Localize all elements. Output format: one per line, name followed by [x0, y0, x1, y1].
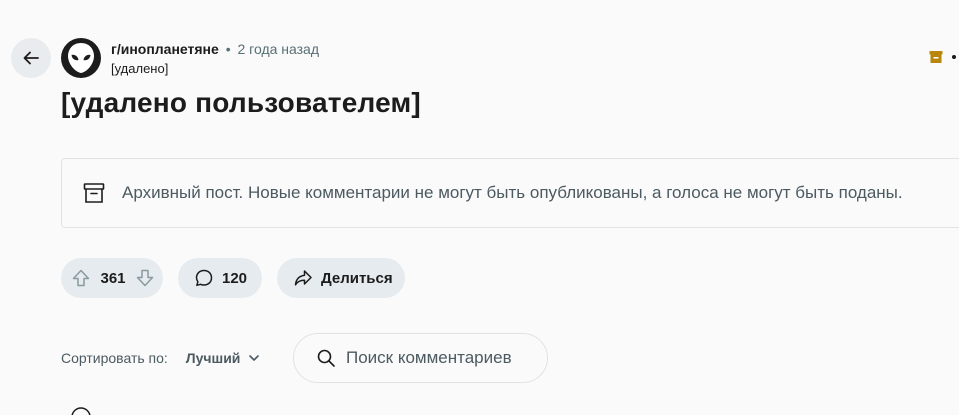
comment-avatar-icon [71, 407, 91, 415]
comment-search[interactable] [293, 333, 548, 383]
back-button[interactable] [11, 38, 51, 78]
post-author: [удалено] [111, 61, 169, 76]
comments-button[interactable]: 120 [178, 258, 262, 298]
share-label: Делиться [321, 269, 393, 287]
upvote-icon[interactable] [71, 268, 91, 288]
comment-sort-row: Сортировать по: Лучший [61, 333, 548, 383]
post-time: 2 года назад [237, 41, 320, 57]
post-page: г/инопланетяне • 2 года назад [удалено] … [0, 0, 959, 415]
archive-box-icon [929, 51, 943, 63]
chevron-down-icon [249, 355, 260, 361]
subreddit-avatar[interactable] [61, 38, 101, 78]
downvote-icon[interactable] [135, 268, 155, 288]
archive-box-icon [83, 183, 105, 203]
comment-count: 120 [222, 269, 248, 287]
post-title: [удалено пользователем] [61, 87, 421, 118]
archive-message: Архивный пост. Новые комментарии не могу… [122, 183, 903, 202]
share-button[interactable]: Делиться [277, 258, 405, 298]
sort-selected: Лучший [185, 350, 241, 366]
post-meta: г/инопланетяне • 2 года назад [удалено] [111, 40, 319, 78]
search-input[interactable] [346, 348, 536, 368]
sort-dropdown[interactable]: Лучший [186, 350, 261, 366]
archive-banner: Архивный пост. Новые комментарии не могу… [61, 158, 959, 228]
arrow-left-icon [23, 51, 39, 65]
header-tools [928, 49, 956, 65]
search-icon [317, 349, 335, 367]
vote-score: 361 [100, 269, 126, 287]
alien-icon [68, 43, 94, 73]
share-icon [294, 270, 312, 286]
post-actions: 361 120 Делиться [61, 258, 405, 298]
subreddit-name[interactable]: г/инопланетяне [111, 41, 219, 57]
sort-label: Сортировать по: [61, 350, 168, 366]
vote-control: 361 [61, 258, 163, 298]
comment-bubble-icon [195, 269, 213, 287]
meta-separator: • [225, 41, 231, 57]
more-options-icon[interactable] [952, 55, 956, 59]
